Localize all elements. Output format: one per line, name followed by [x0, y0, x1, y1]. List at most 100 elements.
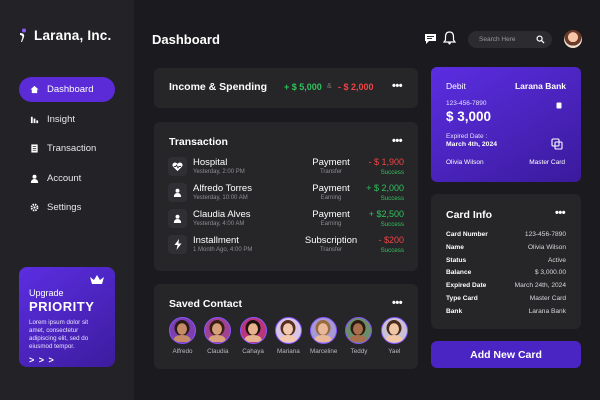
sidebar-item-settings[interactable]: Settings	[19, 195, 115, 220]
brand-name: Larana, Inc.	[34, 28, 112, 43]
promo-arrows-icon[interactable]: > > >	[29, 355, 105, 365]
card-info-key: Bank	[446, 307, 463, 315]
transaction-status: Success	[380, 169, 404, 176]
card-info-key: Status	[446, 256, 467, 264]
income-spending-card: Income & Spending + $ 5,000 & - $ 2,000 …	[154, 68, 418, 108]
transaction-date: Yesterday, 2:00 PM	[193, 169, 245, 175]
contact-avatar[interactable]	[274, 317, 302, 344]
contact-avatar[interactable]	[169, 317, 196, 344]
brand[interactable]: Larana, Inc.	[18, 28, 111, 43]
card-info-key: Card Number	[446, 231, 488, 238]
expired-date-label: Expired Date :	[446, 133, 488, 140]
transaction-amount: - $200	[378, 235, 404, 245]
contact-avatar[interactable]	[380, 317, 408, 344]
crown-icon	[90, 275, 104, 284]
sidebar-item-label: Insight	[47, 113, 75, 125]
card-balance: $ 3,000	[446, 109, 492, 124]
debit-card[interactable]: Debit Larana Bank 123-456-7890 $ 3,000 E…	[431, 67, 581, 182]
copy-icon[interactable]	[551, 138, 563, 150]
transaction-name: Alfredo Torres	[193, 183, 252, 194]
transaction-type: Payment	[312, 157, 350, 168]
page-title: Dashboard	[152, 32, 220, 47]
sidebar-item-label: Settings	[47, 202, 82, 213]
expired-date-value: March 4th, 2024	[446, 141, 497, 148]
contact-item[interactable]: Yael	[380, 317, 409, 355]
contact-item[interactable]: Marceline	[309, 317, 338, 355]
contact-item[interactable]: Alfredo	[168, 317, 197, 355]
transaction-name: Claudia Alves	[193, 209, 251, 220]
sidebar-item-account[interactable]: Account	[19, 166, 115, 191]
user-icon	[168, 183, 187, 202]
card-info-value: March 24th, 2024	[514, 282, 566, 290]
contact-avatar[interactable]	[239, 317, 267, 344]
transaction-type: Subscription	[304, 235, 358, 246]
search-input[interactable]: Search Here	[479, 36, 516, 43]
card-info-card: Card Info ••• Card Number 123-456-7890 Na…	[431, 194, 581, 329]
contact-item[interactable]: Mariana	[274, 317, 303, 355]
user-icon	[30, 174, 39, 183]
promo-title: PRIORITY	[29, 299, 95, 314]
user-icon	[168, 209, 187, 228]
card-holder-name: Olivia Wilson	[446, 159, 484, 166]
transaction-type: Payment	[312, 209, 350, 220]
card-info-key: Expired Date	[446, 282, 487, 290]
transaction-card: Transaction ••• Hospital Yesterday, 2:00…	[154, 122, 418, 271]
transaction-row[interactable]: Claudia Alves Yesterday, 4:00 AM Payment…	[168, 208, 404, 230]
add-new-card-button[interactable]: Add New Card	[431, 341, 581, 368]
income-separator: &	[327, 83, 332, 90]
contact-item[interactable]: Teddy	[344, 317, 373, 355]
transaction-type: Payment	[312, 183, 350, 194]
bolt-icon	[168, 235, 187, 254]
contact-item[interactable]: Cahaya	[239, 317, 268, 355]
transaction-amount: - $ 1,900	[368, 157, 404, 167]
document-icon	[30, 144, 39, 153]
chat-icon[interactable]	[424, 32, 437, 50]
card-info-title: Card Info	[446, 209, 493, 221]
card-type-label: Debit	[446, 81, 466, 91]
contact-avatar[interactable]	[310, 317, 338, 344]
card-info-value: Active	[548, 256, 566, 264]
card-info-key: Balance	[446, 269, 472, 277]
search-icon[interactable]	[536, 35, 545, 44]
user-avatar[interactable]	[564, 30, 582, 48]
card-info-key: Name	[446, 243, 464, 251]
sidebar-item-label: Dashboard	[47, 84, 94, 95]
search-bar[interactable]: Search Here	[468, 31, 552, 48]
contact-name: Mariana	[277, 348, 300, 355]
transaction-subtype: Earning	[320, 195, 342, 201]
contact-item[interactable]: Claudia	[203, 317, 232, 355]
transaction-row[interactable]: Hospital Yesterday, 2:00 PM Payment Tran…	[168, 156, 404, 178]
transaction-status: Success	[380, 195, 404, 202]
contact-name: Teddy	[350, 348, 368, 355]
transaction-amount: + $2,500	[368, 209, 404, 219]
sidebar-nav: Dashboard Insight Transaction Account Se…	[19, 77, 115, 225]
card-info-value: 123-456-7890	[524, 231, 566, 238]
contact-avatar[interactable]	[204, 317, 232, 344]
card-info-key: Type Card	[446, 295, 478, 302]
card-bank-name: Larana Bank	[514, 81, 566, 91]
notification-bell-icon[interactable]	[442, 31, 457, 50]
transaction-name: Installment	[193, 235, 239, 246]
transaction-row[interactable]: Alfredo Torres Yesterday, 10:00 AM Payme…	[168, 182, 404, 204]
more-options-icon[interactable]: •••	[392, 135, 403, 147]
more-options-icon[interactable]: •••	[555, 207, 566, 219]
contact-avatar[interactable]	[345, 317, 373, 344]
card-chip-icon	[556, 102, 562, 109]
more-options-icon[interactable]: •••	[392, 80, 403, 92]
transaction-subtype: Transfer	[319, 247, 343, 253]
contact-name: Yael	[388, 348, 401, 355]
contact-name: Alfredo	[172, 348, 193, 355]
upgrade-promo-card[interactable]: Upgrade PRIORITY Lorem ipsum dolor sit a…	[19, 267, 115, 367]
home-icon	[30, 85, 39, 94]
transaction-status: Success	[380, 221, 404, 228]
sidebar-item-transaction[interactable]: Transaction	[19, 136, 115, 161]
sidebar-item-dashboard[interactable]: Dashboard	[19, 77, 115, 102]
transaction-row[interactable]: Installment 1 Month Ago, 4:00 PM Subscri…	[168, 234, 404, 256]
card-number: 123-456-7890	[446, 100, 487, 107]
card-info-value: Master Card	[529, 295, 566, 302]
transaction-status: Success	[380, 247, 404, 254]
transaction-date: 1 Month Ago, 4:00 PM	[193, 247, 253, 253]
sidebar-item-insight[interactable]: Insight	[19, 107, 115, 132]
card-info-value: Larana Bank	[528, 307, 566, 315]
more-options-icon[interactable]: •••	[392, 297, 403, 309]
